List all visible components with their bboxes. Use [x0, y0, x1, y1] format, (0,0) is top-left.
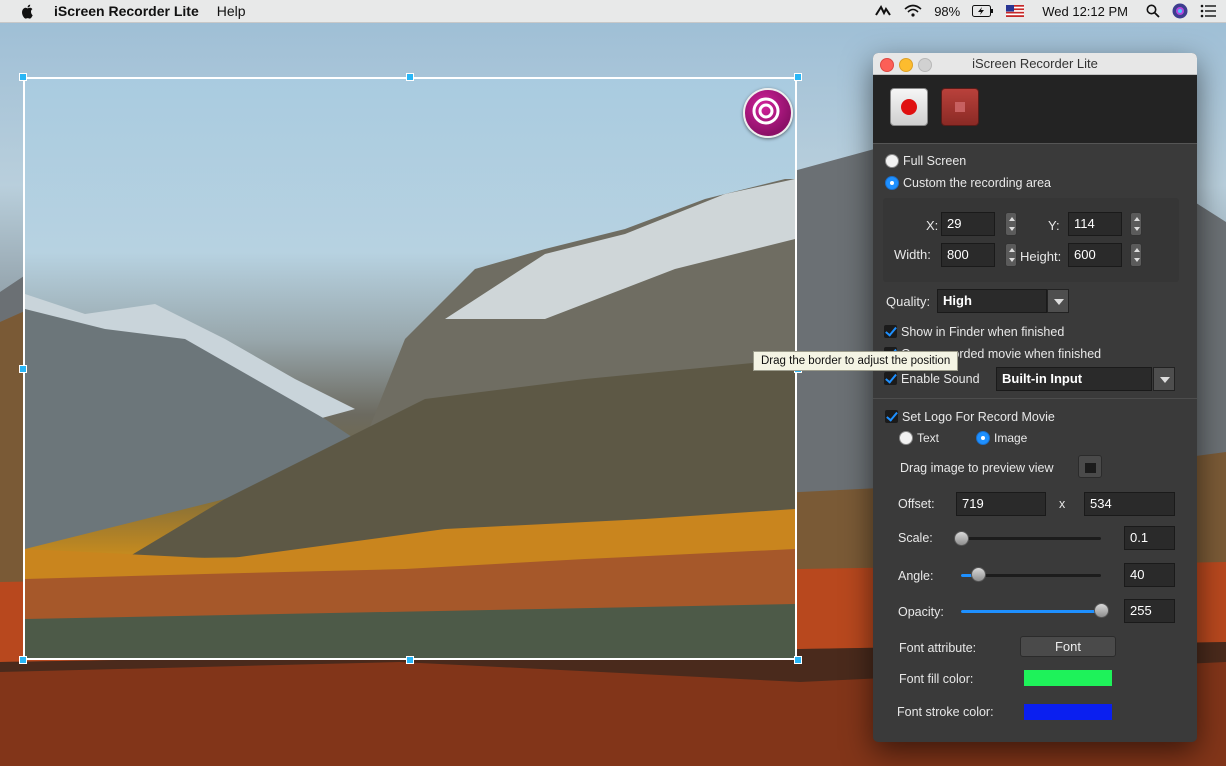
drag-image-hint: Drag image to preview view [900, 461, 1054, 475]
scale-input[interactable]: 0.1 [1124, 526, 1175, 550]
set-logo-checkbox[interactable] [885, 410, 898, 423]
logo-text-radio[interactable] [899, 431, 913, 445]
logo-text-label: Text [917, 431, 940, 445]
recording-area-frame[interactable] [23, 77, 797, 660]
resize-handle-top-left[interactable] [19, 73, 27, 81]
custom-area-radio[interactable] [885, 176, 899, 190]
logo-image-radio[interactable] [976, 431, 990, 445]
width-label: Width: [894, 247, 931, 262]
font-attribute-label: Font attribute: [899, 641, 977, 655]
quality-label: Quality: [886, 294, 931, 309]
battery-percent: 98% [934, 3, 961, 19]
menu-extras: 98% Wed 12:12 PM [874, 0, 1216, 22]
recording-area-preview [25, 79, 795, 658]
offset-label: Offset: [898, 497, 935, 511]
recorder-toolbar [873, 75, 1197, 144]
resize-handle-bottom-left[interactable] [19, 656, 27, 664]
record-dot-icon [901, 99, 917, 115]
opacity-label: Opacity: [898, 605, 944, 619]
enable-sound-checkbox[interactable] [884, 372, 897, 385]
recorder-window: iScreen Recorder Lite Full Screen Custom… [873, 53, 1197, 742]
sound-input-dropdown-arrow-icon[interactable] [1153, 367, 1175, 391]
resize-handle-top[interactable] [406, 73, 414, 81]
menu-bar: iScreen Recorder Lite Help 98% Wed 12:12… [0, 0, 1226, 23]
section-divider [873, 398, 1197, 399]
y-stepper[interactable] [1130, 212, 1142, 236]
font-stroke-color-swatch[interactable] [1024, 704, 1112, 720]
scribble-extension-icon[interactable] [874, 4, 892, 18]
apple-menu-icon[interactable] [20, 3, 36, 19]
position-tooltip: Drag the border to adjust the position [753, 351, 959, 371]
x-stepper[interactable] [1005, 212, 1017, 236]
angle-label: Angle: [898, 569, 934, 583]
font-stroke-color-label: Font stroke color: [897, 705, 994, 719]
show-finder-label: Show in Finder when finished [901, 325, 1065, 339]
start-record-button[interactable] [890, 88, 928, 126]
spotlight-search-icon[interactable] [1146, 4, 1160, 18]
zoom-window-button[interactable] [918, 58, 932, 72]
siri-icon[interactable] [1172, 3, 1188, 19]
watermark-logo-icon [743, 88, 793, 138]
us-flag-input-icon[interactable] [1006, 5, 1025, 17]
notification-center-icon[interactable] [1200, 4, 1216, 18]
battery-charging-icon[interactable] [972, 5, 994, 17]
font-fill-color-label: Font fill color: [899, 672, 974, 686]
offset-y-input[interactable]: 534 [1084, 492, 1175, 516]
height-input[interactable]: 600 [1068, 243, 1122, 267]
logo-swirl-icon [752, 97, 780, 125]
resize-handle-left[interactable] [19, 365, 27, 373]
stop-record-button[interactable] [941, 88, 979, 126]
y-label: Y: [1048, 218, 1060, 233]
area-dimensions-group [883, 198, 1179, 282]
angle-slider-knob[interactable] [970, 567, 986, 582]
custom-area-label: Custom the recording area [903, 176, 1051, 190]
resize-handle-top-right[interactable] [794, 73, 802, 81]
font-fill-color-swatch[interactable] [1024, 670, 1112, 686]
minimize-window-button[interactable] [899, 58, 913, 72]
x-label: X: [926, 218, 939, 233]
show-finder-checkbox[interactable] [884, 325, 897, 338]
choose-logo-folder-button[interactable] [1078, 455, 1102, 478]
height-label: Height: [1020, 249, 1062, 264]
sound-input-select[interactable]: Built-in Input [996, 367, 1152, 391]
width-stepper[interactable] [1005, 243, 1017, 267]
logo-image-label: Image [994, 431, 1028, 445]
menu-app-name[interactable]: iScreen Recorder Lite [54, 3, 199, 19]
resize-handle-bottom[interactable] [406, 656, 414, 664]
full-screen-radio[interactable] [885, 154, 899, 168]
width-input[interactable]: 800 [941, 243, 995, 267]
x-input[interactable]: 29 [941, 212, 995, 236]
preview-landscape-graphic [25, 179, 795, 658]
opacity-slider-knob[interactable] [1094, 603, 1109, 618]
offset-x-input[interactable]: 719 [956, 492, 1046, 516]
quality-dropdown-arrow-icon[interactable] [1047, 289, 1069, 313]
offset-separator: x [1059, 497, 1066, 511]
stop-square-icon [955, 102, 965, 112]
menu-help[interactable]: Help [217, 3, 246, 19]
enable-sound-label: Enable Sound [901, 372, 980, 386]
scale-slider-track[interactable] [961, 537, 1101, 540]
opacity-input[interactable]: 255 [1124, 599, 1175, 623]
full-screen-label: Full Screen [903, 154, 967, 168]
resize-handle-bottom-right[interactable] [794, 656, 802, 664]
scale-slider-knob[interactable] [954, 531, 969, 546]
window-title: iScreen Recorder Lite [972, 56, 1098, 71]
quality-select[interactable]: High [937, 289, 1047, 313]
close-window-button[interactable] [880, 58, 894, 72]
set-logo-label: Set Logo For Record Movie [902, 410, 1055, 424]
height-stepper[interactable] [1130, 243, 1142, 267]
scale-label: Scale: [898, 531, 933, 545]
font-button[interactable]: Font [1020, 636, 1116, 657]
opacity-slider-fill [961, 610, 1101, 613]
wifi-icon[interactable] [904, 4, 922, 18]
y-input[interactable]: 114 [1068, 212, 1122, 236]
menu-clock[interactable]: Wed 12:12 PM [1042, 4, 1128, 19]
angle-input[interactable]: 40 [1124, 563, 1175, 587]
